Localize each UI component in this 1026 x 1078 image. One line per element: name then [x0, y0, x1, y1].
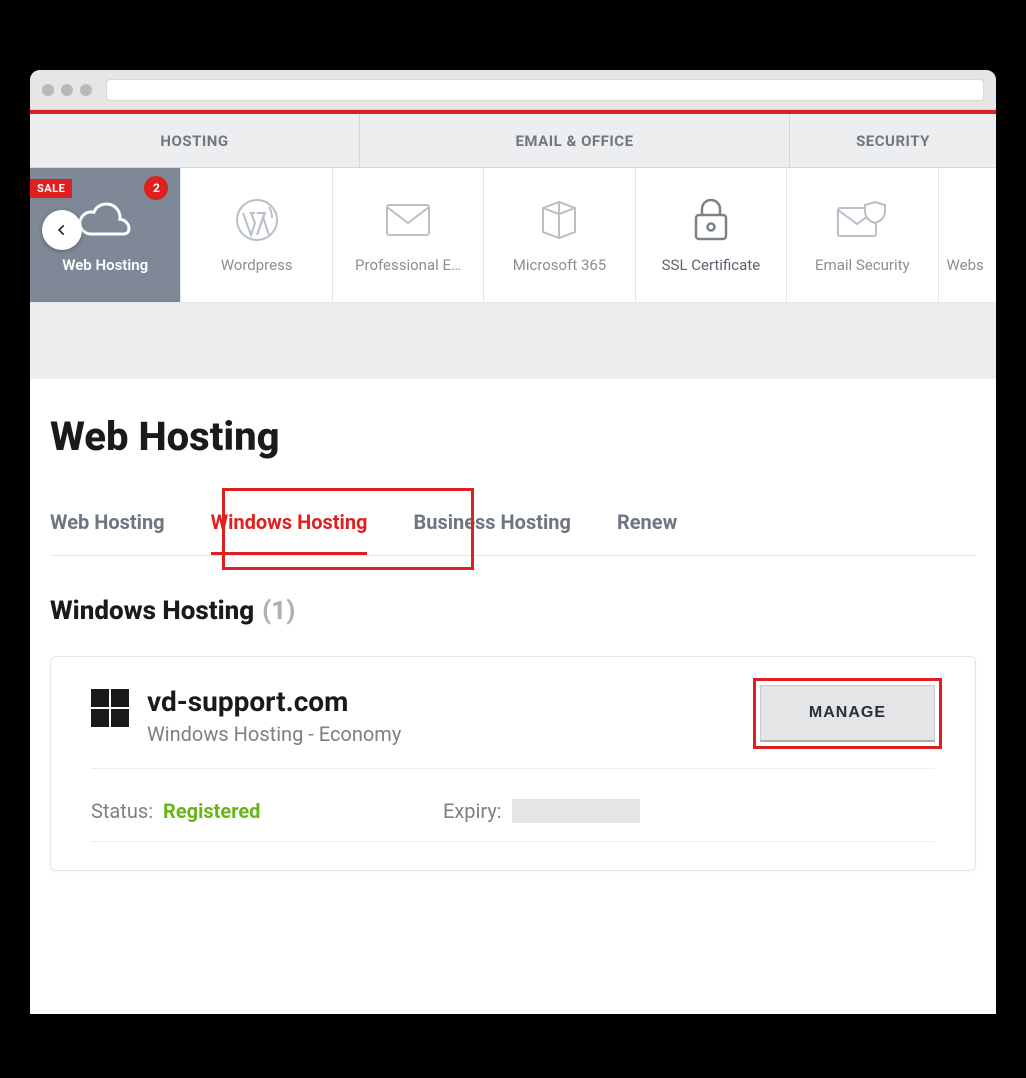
page-title: Web Hosting [50, 413, 976, 460]
lock-icon [691, 196, 731, 244]
product-website-security-label: Webs [943, 256, 992, 274]
hosting-card: vd-support.com Windows Hosting - Economy… [50, 656, 976, 871]
count-badge: 2 [144, 176, 168, 200]
expiry-value-masked [512, 799, 640, 823]
card-header-row: vd-support.com Windows Hosting - Economy… [91, 685, 935, 769]
grey-band [30, 303, 996, 379]
product-website-security-partial[interactable]: Webs [939, 168, 996, 302]
product-wordpress[interactable]: Wordpress [181, 168, 332, 302]
box-icon [537, 196, 581, 244]
category-nav: HOSTING EMAIL & OFFICE SECURITY [30, 114, 996, 168]
window-max-dot[interactable] [80, 84, 92, 96]
section-title: Windows Hosting [50, 596, 254, 626]
tab-renew[interactable]: Renew [617, 500, 677, 555]
product-strip: SALE 2 Web Hosting Wordpress Professiona… [30, 168, 996, 303]
manage-button[interactable]: MANAGE [760, 685, 935, 742]
expiry-label: Expiry: [443, 799, 502, 823]
product-email-security-label: Email Security [791, 256, 933, 274]
domain-block: vd-support.com Windows Hosting - Economy [91, 685, 401, 746]
browser-chrome [30, 70, 996, 110]
windows-icon [91, 689, 129, 727]
expiry-field: Expiry: [443, 799, 783, 823]
address-bar[interactable] [106, 79, 984, 101]
tab-business-hosting[interactable]: Business Hosting [413, 500, 570, 555]
product-strip-back-button[interactable] [42, 210, 82, 250]
product-ssl-label: SSL Certificate [640, 256, 782, 274]
browser-window: HOSTING EMAIL & OFFICE SECURITY SALE 2 W… [30, 70, 996, 1014]
product-email-security[interactable]: Email Security [787, 168, 938, 302]
product-microsoft-365[interactable]: Microsoft 365 [484, 168, 635, 302]
category-email-office[interactable]: EMAIL & OFFICE [360, 114, 790, 167]
category-security[interactable]: SECURITY [790, 114, 996, 167]
product-professional-email[interactable]: Professional E… [333, 168, 484, 302]
chevron-left-icon [55, 223, 69, 237]
category-hosting[interactable]: HOSTING [30, 114, 360, 167]
window-min-dot[interactable] [61, 84, 73, 96]
status-field: Status: Registered [91, 799, 431, 823]
product-wordpress-label: Wordpress [185, 256, 327, 274]
status-label: Status: [91, 799, 153, 823]
envelope-shield-icon [835, 196, 889, 244]
window-close-dot[interactable] [42, 84, 54, 96]
section-count: (1) [262, 596, 295, 626]
wordpress-icon [235, 196, 279, 244]
domain-text: vd-support.com Windows Hosting - Economy [147, 685, 401, 746]
status-value: Registered [163, 799, 260, 823]
cloud-icon [76, 196, 134, 244]
window-controls [42, 84, 92, 96]
sale-badge: SALE [30, 179, 72, 198]
tab-web-hosting[interactable]: Web Hosting [50, 500, 165, 555]
plan-name: Windows Hosting - Economy [147, 722, 401, 746]
product-microsoft-365-label: Microsoft 365 [488, 256, 630, 274]
product-web-hosting-label: Web Hosting [34, 256, 176, 274]
section-heading: Windows Hosting (1) [50, 596, 976, 626]
product-professional-email-label: Professional E… [337, 256, 479, 274]
page-content: Web Hosting Web Hosting Windows Hosting … [30, 379, 996, 871]
card-status-row: Status: Registered Expiry: [91, 769, 935, 842]
hosting-tabs: Web Hosting Windows Hosting Business Hos… [50, 500, 976, 556]
product-ssl-certificate[interactable]: SSL Certificate [636, 168, 787, 302]
tab-windows-hosting[interactable]: Windows Hosting [211, 500, 368, 555]
domain-name: vd-support.com [147, 685, 401, 718]
envelope-icon [384, 196, 432, 244]
